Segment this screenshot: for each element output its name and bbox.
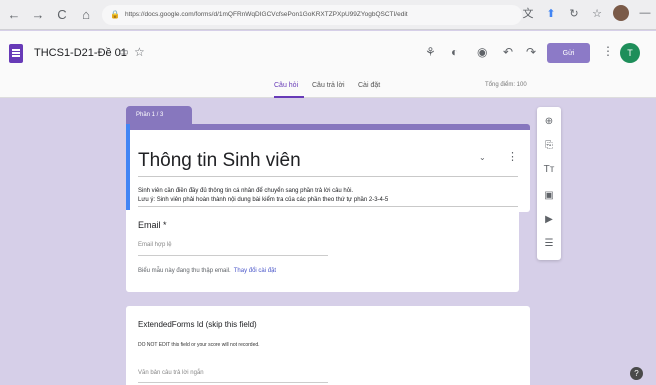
help-icon[interactable]: ?: [630, 367, 643, 380]
change-settings-link[interactable]: Thay đổi cài đặt: [234, 268, 276, 274]
forward-icon[interactable]: →: [28, 5, 48, 25]
tab-responses[interactable]: Câu trả lời: [312, 82, 345, 89]
active-tab-indicator: [274, 96, 304, 98]
section-title[interactable]: Thông tin Sinh viên: [138, 150, 301, 172]
lock-icon: 🔒: [110, 10, 120, 19]
forms-logo-icon[interactable]: [9, 44, 23, 63]
email-question-card[interactable]: Email * Email hợp lệ Biểu mẫu này đang t…: [126, 210, 519, 292]
reload-icon[interactable]: C: [52, 5, 72, 25]
url-text: https://docs.google.com/forms/d/1mQFRnWq…: [124, 11, 408, 18]
extended-question-card[interactable]: ExtendedForms Id (skip this field) DO NO…: [126, 306, 530, 385]
email-underline: [138, 255, 328, 256]
section-description[interactable]: Sinh viên cần điền đầy đủ thông tin cá n…: [138, 187, 518, 205]
folder-icon[interactable]: ▭: [119, 47, 128, 58]
email-collect-note: Biểu mẫu này đang thu thập email. Thay đổ…: [138, 268, 276, 274]
active-card-indicator: [126, 124, 130, 212]
extended-question-title: ExtendedForms Id (skip this field): [138, 320, 257, 329]
back-icon[interactable]: ←: [4, 5, 24, 25]
bookmark-icon[interactable]: ☆: [590, 7, 604, 20]
refresh-icon[interactable]: ↻: [567, 7, 581, 20]
email-question-title: Email *: [138, 220, 167, 230]
section-header-card[interactable]: Thông tin Sinh viên ⌄ ⋮ Sinh viên cần đi…: [126, 124, 530, 212]
send-button[interactable]: Gửi: [547, 43, 590, 63]
description-underline: [138, 206, 518, 207]
redo-icon[interactable]: ↷: [526, 45, 536, 59]
user-avatar[interactable]: T: [620, 43, 640, 63]
section-more-icon[interactable]: ⋮: [507, 150, 518, 163]
forms-header: THCS1-D21-Đề 01 ▭ ☆ ⚘ ◐ ◉ ↶ ↷ Gửi ⋮ T: [0, 31, 656, 79]
translate-icon[interactable]: 文: [521, 5, 535, 21]
tab-questions[interactable]: Câu hỏi: [274, 82, 298, 89]
add-section-icon[interactable]: ☰: [537, 233, 561, 253]
total-score: Tổng điểm: 100: [485, 82, 527, 88]
profile-avatar[interactable]: [613, 5, 629, 21]
import-questions-icon[interactable]: ⎘: [537, 135, 561, 155]
collapse-icon[interactable]: ⌄: [479, 153, 486, 162]
star-icon[interactable]: ☆: [134, 45, 145, 59]
add-video-icon[interactable]: ▶: [537, 209, 561, 229]
browser-menu-icon[interactable]: —: [638, 7, 652, 19]
undo-icon[interactable]: ↶: [503, 45, 513, 59]
description-line-2: Lưu ý: Sinh viên phải hoàn thành nội dun…: [138, 197, 389, 203]
tab-settings[interactable]: Cài đặt: [358, 82, 380, 89]
add-image-icon[interactable]: ▣: [537, 185, 561, 205]
add-title-icon[interactable]: Tт: [537, 159, 561, 179]
address-bar[interactable]: 🔒 https://docs.google.com/forms/d/1mQFRn…: [102, 4, 522, 25]
extension-icon[interactable]: ⬆: [544, 7, 558, 20]
section-chip: Phần 1 / 3: [126, 106, 192, 124]
title-underline: [138, 176, 518, 177]
addon-icon[interactable]: ⚘: [425, 45, 436, 59]
extended-question-warning: DO NOT EDIT this field or your score wil…: [138, 342, 260, 348]
description-line-1: Sinh viên cần điền đầy đủ thông tin cá n…: [138, 188, 354, 194]
more-options-icon[interactable]: ⋮: [602, 44, 614, 58]
home-icon[interactable]: ⌂: [76, 5, 96, 25]
browser-toolbar: ← → C ⌂ 🔒 https://docs.google.com/forms/…: [0, 0, 656, 30]
email-input[interactable]: Email hợp lệ: [138, 242, 172, 248]
question-toolbar: ⊕ ⎘ Tт ▣ ▶ ☰: [537, 107, 561, 260]
short-answer-placeholder: Văn bản câu trả lời ngắn: [138, 370, 204, 376]
form-title[interactable]: THCS1-D21-Đề 01: [34, 47, 127, 59]
form-tabs: Câu hỏi Câu trả lời Cài đặt Tổng điểm: 1…: [0, 79, 656, 98]
short-answer-underline: [138, 382, 328, 383]
palette-icon[interactable]: ◐: [451, 45, 458, 59]
preview-icon[interactable]: ◉: [477, 45, 487, 59]
add-question-icon[interactable]: ⊕: [537, 111, 561, 131]
collect-note-text: Biểu mẫu này đang thu thập email.: [138, 268, 231, 274]
